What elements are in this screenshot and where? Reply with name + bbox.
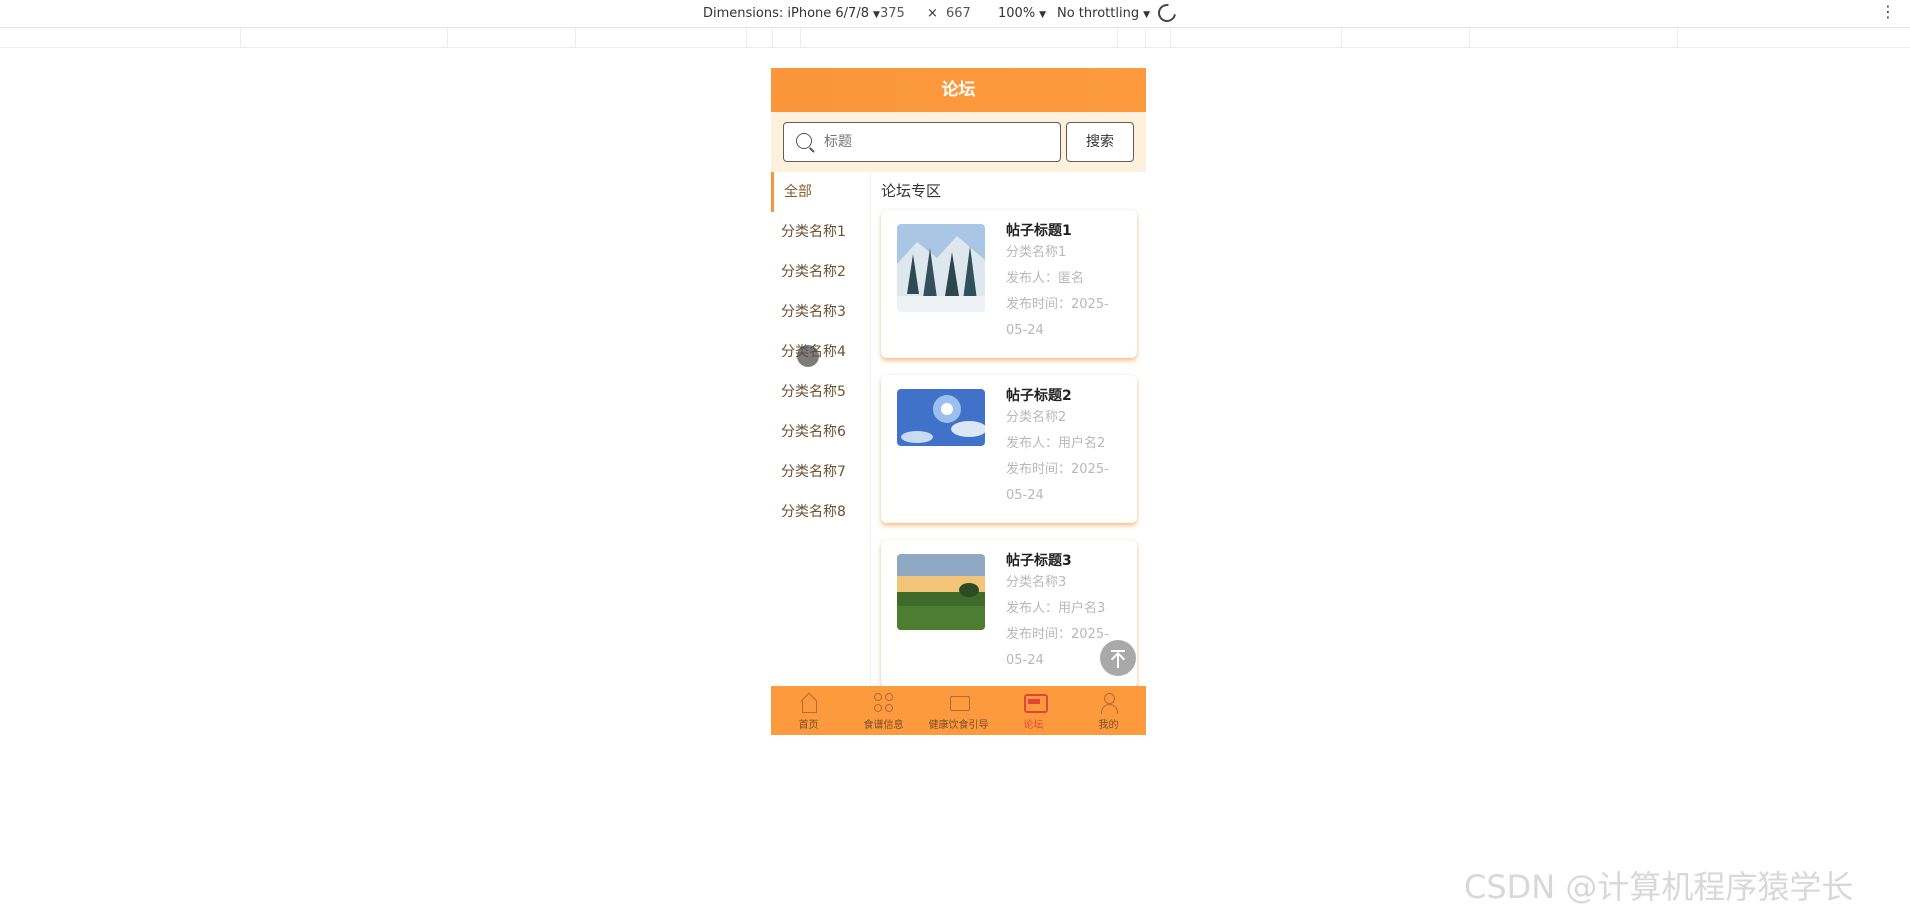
post-card[interactable]: 帖子标题1 分类名称1 发布人：匿名 发布时间：2025- 05-24 — [881, 210, 1137, 358]
post-date: 05-24 — [1006, 323, 1044, 338]
grid-icon — [873, 692, 895, 714]
tab-label: 论坛 — [1023, 720, 1044, 731]
tab-profile[interactable]: 我的 — [1071, 686, 1146, 735]
post-author: 发布人：用户名2 — [1006, 436, 1106, 451]
sidebar-item-category-8[interactable]: 分类名称8 — [771, 492, 870, 532]
user-icon — [1098, 692, 1120, 714]
search-button[interactable]: 搜索 — [1066, 122, 1134, 162]
content-area: 全部 分类名称1 分类名称2 分类名称3 分类名称4 分类名称5 分类名称6 分… — [771, 172, 1146, 686]
search-field[interactable] — [783, 122, 1061, 162]
tab-label: 首页 — [798, 720, 819, 731]
tab-label: 我的 — [1098, 720, 1119, 731]
throttling-dropdown[interactable]: No throttling ▼ — [1057, 6, 1150, 21]
post-time: 发布时间：2025- — [1006, 297, 1109, 312]
search-bar: 搜索 — [771, 112, 1146, 172]
device-label: Dimensions: iPhone 6/7/8 — [703, 6, 869, 21]
height-input[interactable]: 667 — [946, 6, 971, 21]
chevron-down-icon: ▼ — [1039, 10, 1047, 20]
tab-label: 食谱信息 — [863, 720, 904, 731]
post-date: 05-24 — [1006, 488, 1044, 503]
width-input[interactable]: 375 — [880, 6, 905, 21]
post-title: 帖子标题2 — [1006, 388, 1072, 404]
device-dimensions-dropdown[interactable]: Dimensions: iPhone 6/7/8 ▼ — [703, 6, 880, 21]
watermark: CSDN @计算机程序猿学长 — [1464, 868, 1854, 906]
sidebar-item-category-7[interactable]: 分类名称7 — [771, 452, 870, 492]
sidebar-item-category-6[interactable]: 分类名称6 — [771, 412, 870, 452]
post-author: 发布人：用户名3 — [1006, 601, 1106, 616]
media-query-ruler — [0, 28, 1910, 48]
post-card[interactable]: 帖子标题3 分类名称3 发布人：用户名3 发布时间：2025- 05-24 — [881, 540, 1137, 686]
post-title: 帖子标题3 — [1006, 553, 1072, 569]
sidebar-item-category-3[interactable]: 分类名称3 — [771, 292, 870, 332]
post-author: 发布人：匿名 — [1006, 271, 1085, 286]
chat-icon — [1023, 692, 1048, 714]
devtools-toolbar: Dimensions: iPhone 6/7/8 ▼ 375 × 667 100%… — [0, 0, 1910, 28]
tab-recipes[interactable]: 食谱信息 — [846, 686, 921, 735]
post-card[interactable]: 帖子标题2 分类名称2 发布人：用户名2 发布时间：2025- 05-24 — [881, 375, 1137, 523]
phone-viewport: 论坛 搜索 全部 分类名称1 分类名称2 分类名称3 分类名称4 分类名称5 分… — [771, 68, 1146, 735]
back-to-top-button[interactable] — [1100, 640, 1136, 676]
bottom-tabbar: 首页 食谱信息 健康饮食引导 论坛 我的 — [771, 686, 1146, 735]
touch-cursor — [797, 345, 819, 367]
page-title: 论坛 — [771, 68, 1146, 112]
zoom-label: 100% — [998, 6, 1036, 21]
sidebar-item-category-2[interactable]: 分类名称2 — [771, 252, 870, 292]
section-title: 论坛专区 — [881, 182, 942, 200]
more-options-icon[interactable]: ⋮ — [1880, 4, 1896, 20]
post-category: 分类名称2 — [1006, 410, 1067, 425]
chevron-down-icon: ▼ — [1143, 10, 1150, 20]
zoom-dropdown[interactable]: 100% ▼ — [998, 6, 1046, 21]
chevron-down-icon: ▼ — [872, 10, 880, 20]
post-thumbnail-blue-sky — [897, 389, 985, 446]
post-category: 分类名称3 — [1006, 575, 1067, 590]
post-category: 分类名称1 — [1006, 245, 1067, 260]
rotate-icon[interactable] — [1154, 0, 1180, 26]
search-icon — [796, 133, 812, 149]
sidebar-item-category-5[interactable]: 分类名称5 — [771, 372, 870, 412]
search-input[interactable] — [824, 131, 1044, 153]
home-icon — [798, 692, 820, 714]
tab-home[interactable]: 首页 — [771, 686, 846, 735]
tab-label: 健康饮食引导 — [928, 720, 989, 731]
post-time: 发布时间：2025- — [1006, 462, 1109, 477]
sidebar-item-category-4[interactable]: 分类名称4 — [771, 332, 870, 372]
post-list: 论坛专区 帖子标题1 分类名称1 发布人：匿名 发布时间：2025- 05-24 — [871, 172, 1146, 686]
tab-healthy-diet[interactable]: 健康饮食引导 — [921, 686, 996, 735]
post-title: 帖子标题1 — [1006, 223, 1072, 239]
sidebar-item-category-1[interactable]: 分类名称1 — [771, 212, 870, 252]
post-thumbnail-sunset-field — [897, 554, 985, 630]
post-thumbnail-snowy-forest — [897, 224, 985, 312]
times-symbol: × — [927, 6, 938, 21]
tab-forum[interactable]: 论坛 — [996, 686, 1071, 735]
sidebar-item-all[interactable]: 全部 — [771, 172, 870, 212]
category-sidebar: 全部 分类名称1 分类名称2 分类名称3 分类名称4 分类名称5 分类名称6 分… — [771, 172, 871, 686]
throttling-label: No throttling — [1057, 6, 1140, 21]
screen-icon — [948, 692, 970, 714]
